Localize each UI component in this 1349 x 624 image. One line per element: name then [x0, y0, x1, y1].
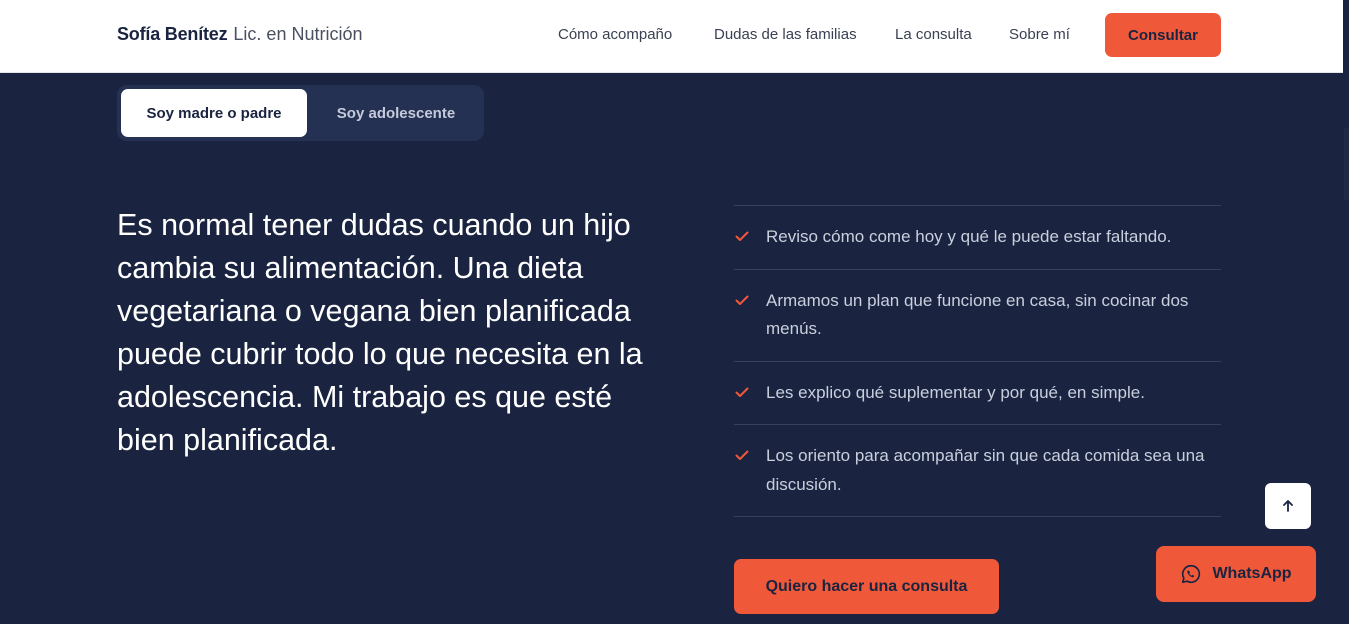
checklist-item-text: Reviso cómo come hoy y qué le puede esta… — [766, 227, 1172, 246]
check-icon — [735, 387, 749, 397]
audience-toggle: Soy madre o padre Soy adolescente — [117, 85, 484, 141]
nav-link-dudas-familias[interactable]: Dudas de las familias — [714, 26, 857, 43]
brand[interactable]: Sofía Benítez Lic. en Nutrición — [117, 24, 362, 45]
check-icon — [735, 450, 749, 460]
benefits-checklist: Reviso cómo come hoy y qué le puede esta… — [734, 205, 1221, 517]
header-consult-button[interactable]: Consultar — [1105, 13, 1221, 57]
checklist-item-text: Les explico qué suplementar y por qué, e… — [766, 382, 1145, 402]
checklist-item-text: Armamos un plan que funcione en casa, si… — [766, 290, 1189, 339]
checklist-item: Les explico qué suplementar y por qué, e… — [734, 362, 1221, 425]
consult-cta-button[interactable]: Quiero hacer una consulta — [734, 559, 999, 614]
nav-link-como-acompano[interactable]: Cómo acompaño — [558, 26, 672, 43]
scroll-to-top-button[interactable] — [1265, 483, 1311, 529]
check-icon — [735, 295, 749, 305]
brand-name: Sofía Benítez — [117, 24, 228, 44]
whatsapp-label: WhatsApp — [1212, 565, 1292, 582]
arrow-up-icon — [1283, 500, 1293, 512]
nav-link-sobre-mi[interactable]: Sobre mí — [1009, 26, 1070, 43]
whatsapp-icon — [1182, 564, 1201, 584]
checklist-item-text: Los oriento para acompañar sin que cada … — [766, 446, 1205, 494]
toggle-parent-option[interactable]: Soy madre o padre — [121, 89, 307, 137]
check-icon — [735, 231, 749, 241]
nav-link-la-consulta[interactable]: La consulta — [895, 26, 972, 43]
site-header: Sofía Benítez Lic. en Nutrición Cómo acom… — [0, 0, 1343, 73]
brand-subtitle: Lic. en Nutrición — [233, 24, 363, 44]
checklist-item: Los oriento para acompañar sin que cada … — [734, 425, 1221, 517]
toggle-teen-option[interactable]: Soy adolescente — [312, 89, 480, 137]
checklist-item: Armamos un plan que funcione en casa, si… — [734, 270, 1221, 362]
whatsapp-button[interactable]: WhatsApp — [1156, 546, 1316, 602]
lead-paragraph: Es normal tener dudas cuando un hijo cam… — [117, 208, 643, 457]
scrollbar-thumb[interactable] — [1344, 128, 1349, 200]
checklist-item: Reviso cómo come hoy y qué le puede esta… — [734, 206, 1221, 270]
